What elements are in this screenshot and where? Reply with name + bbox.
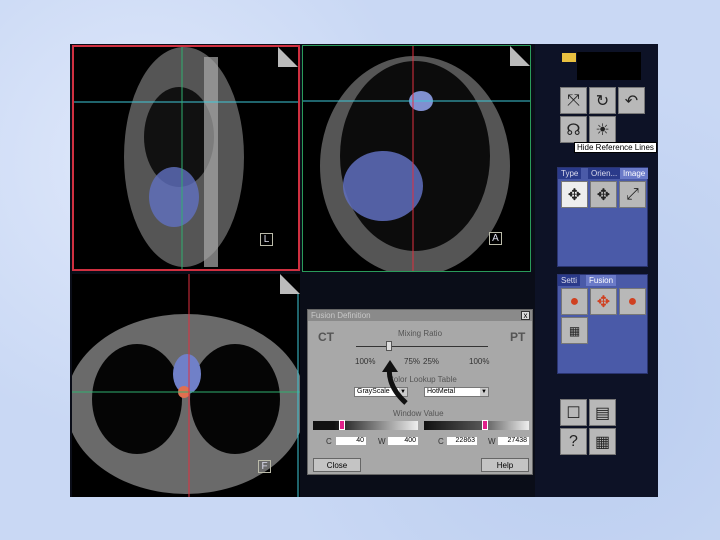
fusion-definition-icon[interactable]: ●	[561, 288, 588, 315]
fusion-move-icon[interactable]: ✥	[590, 288, 617, 315]
fusion-pan-icon[interactable]: ●	[619, 288, 646, 315]
view-panel: Type Orien... Image ✥ ✥ ⤢	[557, 167, 649, 267]
mixing-ratio-label: Mixing Ratio	[398, 329, 443, 338]
rotate-3d-icon[interactable]: ⤧	[560, 87, 587, 114]
orientation-label: A	[489, 232, 502, 245]
dialog-title: Fusion Definition	[311, 311, 371, 320]
page-fold-icon[interactable]	[280, 274, 300, 294]
export-grid-icon[interactable]: ▦	[589, 428, 616, 455]
tool-sidebar: ⤧ ↻ ↶ ☊ ☀ Hide Reference Lines Type Orie…	[535, 44, 658, 497]
pt-lut-select[interactable]: HotMetal ▼	[424, 387, 489, 397]
pt-window-thumb[interactable]	[482, 420, 488, 430]
orientation-label: F	[258, 460, 271, 473]
tab-fusion[interactable]: Fusion	[586, 275, 617, 286]
tab-image[interactable]: Image	[620, 168, 649, 179]
info-box	[577, 52, 641, 80]
page-fold-icon[interactable]	[278, 47, 298, 67]
brightness-icon[interactable]: ☀	[589, 116, 616, 143]
dialog-close-x[interactable]: x	[521, 311, 530, 320]
mixing-ratio-thumb[interactable]	[386, 341, 392, 351]
help-button[interactable]: Help	[481, 458, 529, 472]
pt-lut-value: HotMetal	[427, 388, 456, 395]
tick-ct-100: 100%	[355, 357, 376, 366]
ct-c-label: C	[326, 437, 332, 446]
tick-pt-100: 100%	[469, 357, 490, 366]
coronal-viewport[interactable]: A	[302, 45, 531, 272]
tab-orientation[interactable]: Orien...	[588, 168, 621, 179]
ct-c-input[interactable]: 40	[336, 437, 366, 445]
pan-view-icon[interactable]: ✥	[590, 181, 617, 208]
fusion-definition-dialog: Fusion Definition x CT PT Mixing Ratio 10…	[307, 309, 533, 475]
fusion-layout-icon[interactable]: ▦	[561, 317, 588, 344]
pt-w-input[interactable]: 27438	[498, 437, 529, 445]
window-value-label: Window Value	[393, 409, 444, 418]
annotation-arrow	[382, 360, 408, 405]
tab-type[interactable]: Type	[558, 168, 582, 179]
ct-window-thumb[interactable]	[339, 420, 345, 430]
chevron-down-icon[interactable]: ▼	[480, 388, 488, 396]
ct-label: CT	[318, 330, 334, 344]
zoom-image-icon[interactable]: ⤢	[619, 181, 646, 208]
tab-settings[interactable]: Setti	[558, 275, 581, 286]
folder-icon[interactable]	[562, 53, 576, 62]
pt-window-bar[interactable]	[424, 420, 529, 430]
close-button[interactable]: Close	[313, 458, 361, 472]
ct-window-bar[interactable]	[313, 420, 418, 430]
dialog-title-bar[interactable]: Fusion Definition x	[308, 310, 532, 321]
tooltip: Hide Reference Lines	[574, 142, 657, 153]
axial-viewport[interactable]: F	[72, 274, 300, 497]
help-view-icon[interactable]: ?	[560, 428, 587, 455]
export-layout-icon[interactable]: ▤	[589, 399, 616, 426]
orientation-label: L	[260, 233, 273, 246]
rotate-free-icon[interactable]: ↻	[589, 87, 616, 114]
application-window: L A F ⤧ ↻ ↶ ☊ ☀ Hide Reference Lines Typ…	[70, 44, 658, 497]
hide-reference-lines-icon[interactable]: ☊	[560, 116, 587, 143]
rotate-icon[interactable]: ↶	[618, 87, 645, 114]
ct-w-input[interactable]: 400	[388, 437, 418, 445]
page-fold-icon[interactable]	[510, 46, 530, 66]
pt-c-label: C	[438, 437, 444, 446]
mixing-ratio-slider[interactable]	[356, 346, 488, 347]
tick-25: 25%	[423, 357, 440, 366]
ct-w-label: W	[378, 437, 386, 446]
pt-c-input[interactable]: 22863	[447, 437, 477, 445]
fusion-panel: Setti Fusion ● ✥ ● ▦	[557, 274, 648, 374]
sagittal-viewport[interactable]: L	[72, 45, 300, 271]
move-view-icon[interactable]: ✥	[561, 181, 588, 208]
save-view-icon[interactable]: ☐	[560, 399, 587, 426]
pt-label: PT	[510, 330, 526, 344]
pt-w-label: W	[488, 437, 496, 446]
